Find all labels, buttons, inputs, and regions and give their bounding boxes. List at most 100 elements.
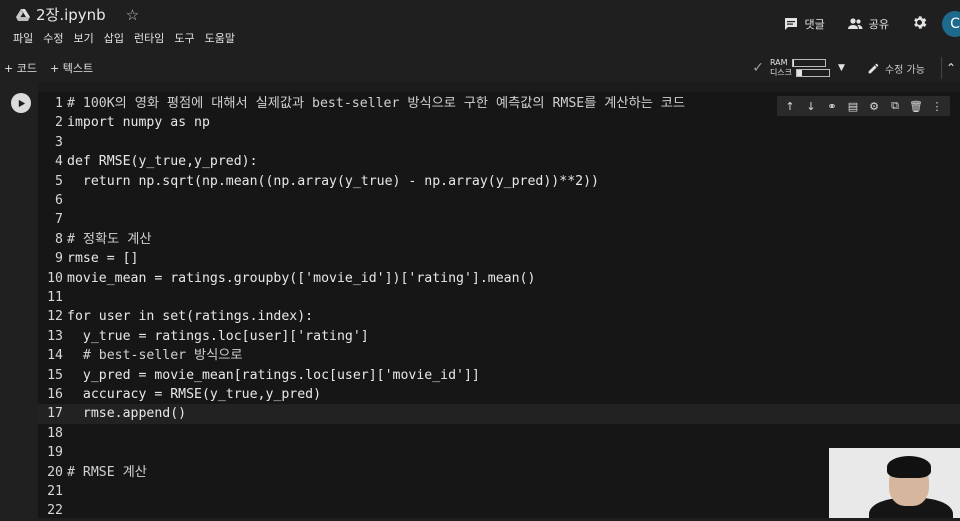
cell-toolbar: ↑ ↓ ⚭ ▤ ⚙ ⧉ 🗑 ⋮ [777, 96, 950, 116]
webcam-overlay [829, 448, 960, 518]
menu-tools[interactable]: 도구 [174, 30, 194, 46]
comment-cell-icon[interactable]: ▤ [846, 100, 860, 113]
code-text: # 정확도 계산 [67, 232, 151, 247]
code-text: # best-seller 방식으로 [67, 348, 243, 363]
menu-bar: 파일 수정 보기 삽입 런타임 도구 도움말 [13, 30, 235, 46]
check-icon: ✓ [752, 60, 764, 76]
menu-help[interactable]: 도움말 [205, 30, 235, 46]
more-vert-icon[interactable]: ⋮ [930, 100, 944, 113]
code-line[interactable]: 4def RMSE(y_true,y_pred): [38, 152, 258, 171]
notebook-title[interactable]: 2장.ipynb [36, 4, 106, 25]
code-text: return np.sqrt(np.mean((np.array(y_true)… [67, 174, 599, 189]
line-number: 1 [38, 94, 63, 113]
menu-view[interactable]: 보기 [74, 30, 94, 46]
code-text: # RMSE 계산 [67, 465, 147, 480]
top-header: 2장.ipynb ☆ 파일 수정 보기 삽입 런타임 도구 도움말 댓글 공 [0, 0, 960, 52]
code-line[interactable]: 13 y_true = ratings.loc[user]['rating'] [38, 327, 369, 346]
code-text: accuracy = RMSE(y_true,y_pred) [67, 387, 321, 402]
menu-file[interactable]: 파일 [13, 30, 33, 46]
cell-settings-icon[interactable]: ⚙ [867, 100, 881, 113]
header-actions: 댓글 공유 C [783, 10, 960, 38]
code-line[interactable]: 17 rmse.append() [38, 404, 960, 423]
code-text: rmse.append() [67, 406, 186, 421]
menu-runtime[interactable]: 런타임 [134, 30, 164, 46]
code-text: y_pred = movie_mean[ratings.loc[user]['m… [67, 368, 480, 383]
line-number: 9 [38, 249, 63, 268]
code-line[interactable]: 5 return np.sqrt(np.mean((np.array(y_tru… [38, 172, 599, 191]
menu-edit[interactable]: 수정 [43, 30, 63, 46]
title-row: 2장.ipynb ☆ [16, 4, 139, 25]
add-code-button[interactable]: + 코드 [4, 60, 37, 76]
code-line[interactable]: 12for user in set(ratings.index): [38, 307, 313, 326]
person-hair [887, 456, 931, 478]
line-number: 3 [38, 133, 63, 152]
code-line[interactable]: 2 import numpy as np [38, 113, 210, 132]
ram-label: RAM [770, 58, 788, 68]
code-line[interactable]: 8 # 정확도 계산 [38, 230, 151, 249]
toolbar-divider [941, 57, 942, 79]
cell-gutter [0, 82, 38, 518]
code-editor[interactable]: ↑ ↓ ⚭ ▤ ⚙ ⧉ 🗑 ⋮ 1 # 100K의 영화 평점에 대해서 실제값과… [38, 92, 960, 518]
pencil-icon [867, 62, 880, 75]
code-line[interactable]: 11 [38, 288, 67, 307]
arrow-down-icon[interactable]: ↓ [804, 100, 818, 113]
toolbar-right: ✓ RAM 디스크 ▼ 수정 가능 ⌃ [752, 56, 960, 80]
code-text: rmse = [] [67, 251, 138, 266]
code-line[interactable]: 6 [38, 191, 67, 210]
avatar[interactable]: C [942, 11, 960, 37]
line-number: 19 [38, 443, 63, 462]
people-icon [847, 16, 863, 32]
menu-insert[interactable]: 삽입 [104, 30, 124, 46]
run-cell-button[interactable] [11, 93, 31, 113]
line-number: 13 [38, 327, 63, 346]
code-line[interactable]: 19 [38, 443, 67, 462]
mirror-icon[interactable]: ⧉ [888, 99, 902, 113]
code-line[interactable]: 10 movie_mean = ratings.groupby(['movie_i… [38, 269, 535, 288]
code-line[interactable]: 21 [38, 482, 67, 501]
line-number: 21 [38, 482, 63, 501]
code-line[interactable]: 16 accuracy = RMSE(y_true,y_pred) [38, 385, 321, 404]
drive-icon [16, 9, 30, 21]
chevron-up-icon[interactable]: ⌃ [946, 61, 956, 75]
line-number: 10 [38, 269, 63, 288]
resource-meter[interactable]: RAM 디스크 [770, 58, 830, 78]
settings-button[interactable] [911, 14, 928, 35]
line-number: 6 [38, 191, 63, 210]
code-line[interactable]: 14 # best-seller 방식으로 [38, 346, 243, 365]
line-number: 14 [38, 346, 63, 365]
line-number: 5 [38, 172, 63, 191]
code-line[interactable]: 1 # 100K의 영화 평점에 대해서 실제값과 best-seller 방식으… [38, 94, 685, 113]
code-line[interactable]: 7 [38, 210, 67, 229]
code-text: movie_mean = ratings.groupby(['movie_id'… [67, 271, 535, 286]
chevron-down-icon[interactable]: ▼ [838, 63, 845, 73]
code-line[interactable]: 18 [38, 424, 67, 443]
line-number: 8 [38, 230, 63, 249]
edit-mode-label: 수정 가능 [885, 61, 925, 76]
code-line[interactable]: 9 rmse = [] [38, 249, 138, 268]
code-line[interactable]: 3 [38, 133, 67, 152]
add-text-button[interactable]: + 텍스트 [50, 60, 93, 76]
comment-button[interactable]: 댓글 [783, 16, 825, 32]
trash-icon[interactable]: 🗑 [909, 100, 923, 113]
ram-meter [792, 59, 826, 67]
code-text: # 100K의 영화 평점에 대해서 실제값과 best-seller 방식으로… [67, 96, 685, 111]
star-icon[interactable]: ☆ [126, 6, 139, 24]
line-number: 16 [38, 385, 63, 404]
share-button[interactable]: 공유 [847, 16, 889, 32]
line-number: 7 [38, 210, 63, 229]
arrow-up-icon[interactable]: ↑ [783, 100, 797, 113]
code-line[interactable]: 20 # RMSE 계산 [38, 463, 147, 482]
line-number: 20 [38, 463, 63, 482]
line-number: 11 [38, 288, 63, 307]
line-number: 17 [38, 404, 63, 423]
link-icon[interactable]: ⚭ [825, 100, 839, 113]
line-number: 12 [38, 307, 63, 326]
line-number: 2 [38, 113, 63, 132]
share-label: 공유 [869, 16, 889, 32]
code-text: import numpy as np [67, 115, 210, 130]
edit-mode-button[interactable]: 수정 가능 [867, 61, 925, 76]
line-number: 18 [38, 424, 63, 443]
gear-icon [911, 14, 928, 31]
code-line[interactable]: 15 y_pred = movie_mean[ratings.loc[user]… [38, 366, 480, 385]
line-number: 15 [38, 366, 63, 385]
